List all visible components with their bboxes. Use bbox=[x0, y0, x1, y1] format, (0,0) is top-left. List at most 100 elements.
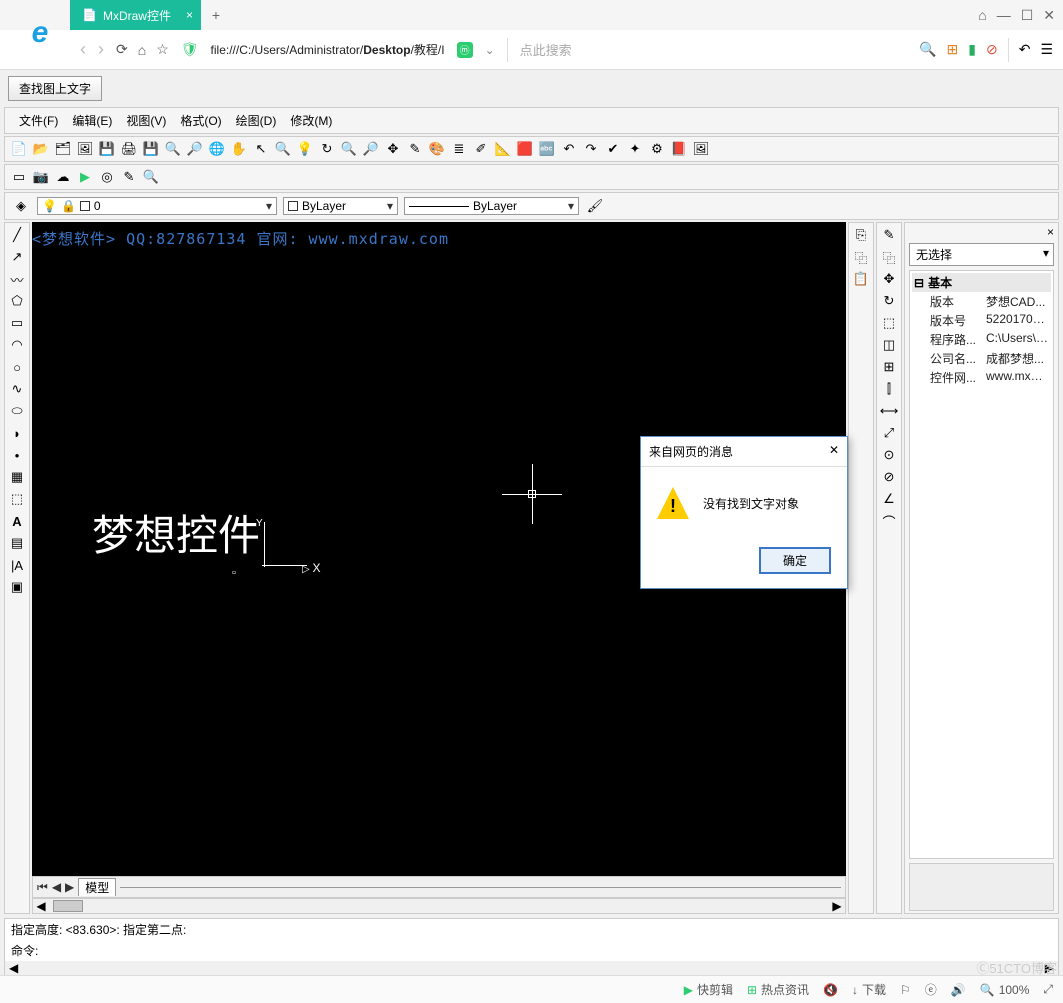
back-button[interactable]: ‹ bbox=[80, 39, 86, 60]
camera-icon[interactable]: 📷 bbox=[31, 167, 51, 187]
cmd-scroll-left-icon[interactable]: ◀ bbox=[9, 961, 18, 975]
property-row[interactable]: 程序路...C:\Users\A... bbox=[912, 330, 1051, 349]
refresh2-icon[interactable]: ↻ bbox=[317, 139, 337, 159]
block-icon[interactable]: ⊘ bbox=[986, 41, 998, 58]
home-button[interactable]: ⌂ bbox=[138, 42, 146, 58]
style-icon[interactable]: 🔤 bbox=[537, 139, 557, 159]
scroll-thumb[interactable] bbox=[53, 900, 83, 912]
dim-text-icon[interactable]: |A bbox=[7, 555, 27, 575]
search-input[interactable]: 点此搜索 bbox=[520, 40, 907, 59]
expand-icon[interactable]: ⤢ bbox=[1043, 982, 1053, 997]
zoom2-icon[interactable]: 🔎 bbox=[361, 139, 381, 159]
layers-icon[interactable]: ≣ bbox=[449, 139, 469, 159]
erase-icon[interactable]: ✎ bbox=[879, 225, 899, 245]
spline-icon[interactable]: ∿ bbox=[7, 379, 27, 399]
close-window-icon[interactable]: ✕ bbox=[1043, 7, 1055, 24]
command-input[interactable]: 命令: bbox=[5, 940, 1058, 961]
tab-first-icon[interactable]: ⏮ bbox=[37, 880, 48, 895]
menu-format[interactable]: 格式(O) bbox=[174, 110, 227, 131]
menu-icon[interactable]: ☰ bbox=[1040, 41, 1053, 58]
open-icon[interactable]: 📂 bbox=[31, 139, 51, 159]
download-button[interactable]: ↓下载 bbox=[852, 981, 886, 998]
shield-icon[interactable]: 🛡 bbox=[181, 41, 199, 58]
check-icon[interactable]: ✔ bbox=[603, 139, 623, 159]
cursor-icon[interactable]: ↖ bbox=[251, 139, 271, 159]
mirror-icon[interactable]: ◫ bbox=[879, 335, 899, 355]
copy-icon[interactable]: ⎘ bbox=[851, 225, 871, 245]
edit-icon[interactable]: ✐ bbox=[471, 139, 491, 159]
color-select[interactable]: ByLayer bbox=[283, 197, 398, 215]
star-icon[interactable]: ✦ bbox=[625, 139, 645, 159]
selection-dropdown[interactable]: 无选择 bbox=[909, 243, 1054, 266]
news-button[interactable]: ⊞热点资讯 bbox=[747, 981, 809, 998]
menu-edit[interactable]: 编辑(E) bbox=[66, 110, 118, 131]
target-icon[interactable]: ◎ bbox=[97, 167, 117, 187]
bulb-icon[interactable]: 💡 bbox=[295, 139, 315, 159]
speaker-icon[interactable]: 🔊 bbox=[951, 983, 966, 997]
block-icon[interactable]: ⬚ bbox=[7, 489, 27, 509]
dropdown-icon[interactable]: ⌄ bbox=[485, 43, 495, 57]
flag-icon[interactable]: ⚐ bbox=[900, 983, 911, 997]
search-icon[interactable]: 🔍 bbox=[919, 41, 936, 58]
pan-icon[interactable]: ✋ bbox=[229, 139, 249, 159]
copyobj-icon[interactable]: ⿻ bbox=[879, 247, 899, 267]
globe-icon[interactable]: 🌐 bbox=[207, 139, 227, 159]
close-tab-icon[interactable]: × bbox=[186, 8, 193, 22]
browser-tab[interactable]: 📄 MxDraw控件 × bbox=[70, 0, 201, 30]
tab-prev-icon[interactable]: ◀ bbox=[52, 880, 61, 894]
print-icon[interactable]: 🖨 bbox=[119, 139, 139, 159]
panel-close-icon[interactable]: × bbox=[905, 223, 1058, 241]
palette-icon[interactable]: 🎨 bbox=[427, 139, 447, 159]
arc-icon[interactable]: ◠ bbox=[7, 335, 27, 355]
zoom-out-icon[interactable]: 🔎 bbox=[185, 139, 205, 159]
pencil-icon[interactable]: ✎ bbox=[405, 139, 425, 159]
menu-modify[interactable]: 修改(M) bbox=[284, 110, 338, 131]
favorite-icon[interactable]: ☆ bbox=[156, 41, 169, 58]
mute-icon[interactable]: 🔇 bbox=[823, 983, 838, 997]
array-icon[interactable]: ⊞ bbox=[879, 357, 899, 377]
zoom-extent-icon[interactable]: 🔍 bbox=[273, 139, 293, 159]
line-icon[interactable]: ╱ bbox=[7, 225, 27, 245]
zoom-in-icon[interactable]: 🔍 bbox=[163, 139, 183, 159]
doc-icon[interactable]: ▭ bbox=[9, 167, 29, 187]
find-text-button[interactable]: 查找图上文字 bbox=[8, 76, 102, 101]
dim-align-icon[interactable]: ⤢ bbox=[879, 423, 899, 443]
forward-button[interactable]: › bbox=[98, 39, 104, 60]
text-a-icon[interactable]: A bbox=[7, 511, 27, 531]
property-row[interactable]: 版本梦想CAD... bbox=[912, 292, 1051, 311]
move-icon[interactable]: ✥ bbox=[879, 269, 899, 289]
find-icon[interactable]: 🔍 bbox=[141, 167, 161, 187]
tab-next-icon[interactable]: ▶ bbox=[65, 880, 74, 894]
dim-linear-icon[interactable]: ⟷ bbox=[879, 401, 899, 421]
menu-view[interactable]: 视图(V) bbox=[120, 110, 172, 131]
move-center-icon[interactable]: ✥ bbox=[383, 139, 403, 159]
model-tab[interactable]: 模型 bbox=[78, 878, 116, 896]
rect-icon[interactable]: ▭ bbox=[7, 313, 27, 333]
image-icon[interactable]: 🖼 bbox=[75, 139, 95, 159]
dim-arc-icon[interactable]: ⌒ bbox=[879, 511, 899, 531]
pen-icon[interactable]: ✎ bbox=[119, 167, 139, 187]
layer-select[interactable]: 💡 🔒 0 bbox=[37, 197, 277, 215]
save-icon[interactable]: 💾 bbox=[97, 139, 117, 159]
url-text[interactable]: file:///C:/Users/Administrator/Desktop/教… bbox=[211, 41, 445, 58]
property-row[interactable]: 公司名...成都梦想... bbox=[912, 349, 1051, 368]
rotate-icon[interactable]: ↻ bbox=[879, 291, 899, 311]
cloud-icon[interactable]: ☁ bbox=[53, 167, 73, 187]
ruler-icon[interactable]: 📐 bbox=[493, 139, 513, 159]
redo-icon[interactable]: ↷ bbox=[581, 139, 601, 159]
home-icon[interactable]: ⌂ bbox=[978, 7, 986, 24]
gear-icon[interactable]: ⚙ bbox=[647, 139, 667, 159]
undo-icon[interactable]: ↶ bbox=[1019, 41, 1031, 58]
hatch-icon[interactable]: ▦ bbox=[7, 467, 27, 487]
h-scrollbar[interactable]: ◀ ▶ bbox=[32, 898, 846, 914]
scroll-left-icon[interactable]: ◀ bbox=[33, 899, 49, 913]
property-row[interactable]: 版本号5220170808 bbox=[912, 311, 1051, 330]
folder-icon[interactable]: 🗂 bbox=[53, 139, 73, 159]
dim-dia-icon[interactable]: ⊘ bbox=[879, 467, 899, 487]
undo-icon[interactable]: ↶ bbox=[559, 139, 579, 159]
new-icon[interactable]: 📄 bbox=[9, 139, 29, 159]
menu-draw[interactable]: 绘图(D) bbox=[230, 110, 283, 131]
book-icon[interactable]: ▮ bbox=[968, 41, 976, 58]
layer-manager-icon[interactable]: ◈ bbox=[11, 196, 31, 216]
scroll-right-icon[interactable]: ▶ bbox=[829, 899, 845, 913]
